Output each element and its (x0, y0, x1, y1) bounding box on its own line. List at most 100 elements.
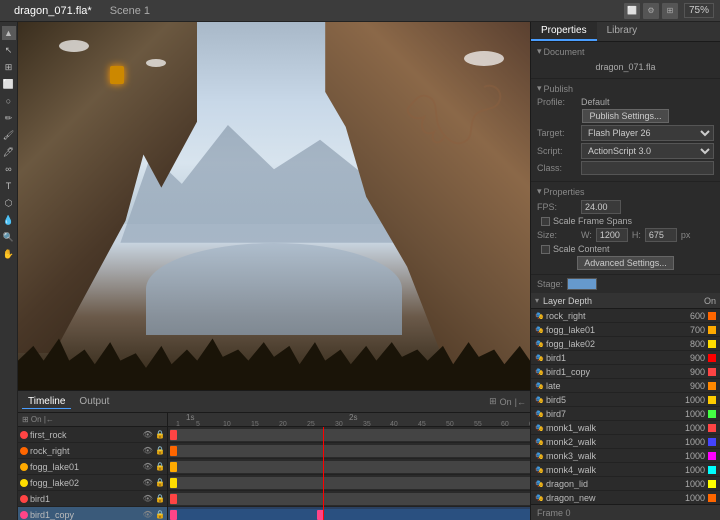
ld-color (708, 354, 716, 362)
layer-name: bird1 (30, 494, 141, 504)
brush-tool[interactable]: 🖌 (2, 128, 16, 142)
frame-row-4[interactable] (168, 475, 530, 491)
target-select[interactable]: Flash Player 26 (581, 125, 714, 141)
ld-row[interactable]: 🎭 dragon_lid 1000 (531, 477, 720, 491)
settings-icon[interactable]: ⚙ (643, 3, 659, 19)
frame-row-5[interactable] (168, 491, 530, 507)
layer-row[interactable]: first_rock 👁 🔒 (18, 427, 167, 443)
bucket-tool[interactable]: ⬡ (2, 196, 16, 210)
ld-row[interactable]: 🎭 rock_right 600 (531, 309, 720, 323)
zoom-tool[interactable]: 🔍 (2, 230, 16, 244)
water-layer (146, 243, 402, 335)
ld-row[interactable]: 🎭 monk2_walk 1000 (531, 435, 720, 449)
publish-settings-btn[interactable]: Publish Settings... (582, 109, 668, 123)
playhead[interactable] (323, 427, 324, 520)
library-tab[interactable]: Library (597, 22, 648, 41)
ld-row[interactable]: 🎭 dragon_new 1000 (531, 491, 720, 504)
ld-row[interactable]: 🎭 monk4_walk 1000 (531, 463, 720, 477)
scale-content-row: Scale Content (537, 244, 714, 254)
advanced-settings-btn[interactable]: Advanced Settings... (577, 256, 674, 270)
layout-icon[interactable]: ⊞ (662, 3, 678, 19)
ld-depth: 900 (670, 381, 705, 391)
zoom-display[interactable]: 75% (684, 3, 714, 18)
layer-name: fogg_lake01 (30, 462, 141, 472)
frame-row-3[interactable] (168, 459, 530, 475)
layer-color-dot (20, 479, 28, 487)
left-toolbar: ▲ ↖ ⊞ ⬜ ○ ✏ 🖌 🖊 ∞ T ⬡ 💧 🔍 ✋ (0, 22, 18, 520)
script-label: Script: (537, 146, 577, 156)
frame-row-6-selected[interactable] (168, 507, 530, 520)
ld-name: monk2_walk (546, 437, 667, 447)
ld-depth: 1000 (670, 451, 705, 461)
width-input[interactable] (596, 228, 628, 242)
hand-tool[interactable]: ✋ (2, 247, 16, 261)
ld-row[interactable]: 🎭 fogg_lake01 700 (531, 323, 720, 337)
eyedropper-tool[interactable]: 💧 (2, 213, 16, 227)
select-tool[interactable]: ▲ (2, 26, 16, 40)
timeline-body: ⊞ On |← first_rock 👁 🔒 rock_right 👁 🔒 (18, 413, 530, 520)
scale-content-checkbox[interactable] (541, 245, 550, 254)
ld-row[interactable]: 🎭 fogg_lake02 800 (531, 337, 720, 351)
filename-display: dragon_071.fla (537, 60, 714, 74)
snow-patch-2 (146, 59, 166, 67)
ld-row[interactable]: 🎭 bird1_copy 900 (531, 365, 720, 379)
text-tool[interactable]: T (2, 179, 16, 193)
layer-name: first_rock (30, 430, 141, 440)
camera-icon[interactable]: ⬜ (624, 3, 640, 19)
layer-row[interactable]: bird1 👁 🔒 (18, 491, 167, 507)
ld-color (708, 340, 716, 348)
dragon-silhouette (404, 77, 504, 167)
on-label: On (704, 296, 716, 306)
stage-color-swatch[interactable] (567, 278, 597, 290)
keyframe (170, 494, 177, 504)
ld-name: bird5 (546, 395, 667, 405)
script-select[interactable]: ActionScript 3.0 (581, 143, 714, 159)
height-input[interactable] (645, 228, 677, 242)
oval-tool[interactable]: ○ (2, 94, 16, 108)
layer-icon: 🎭 (535, 424, 543, 432)
ld-color (708, 410, 716, 418)
properties-tab[interactable]: Properties (531, 22, 597, 41)
keyframe (170, 510, 177, 520)
subselect-tool[interactable]: ↖ (2, 43, 16, 57)
frame-row-1[interactable] (168, 427, 530, 443)
layer-icon: 🎭 (535, 438, 543, 446)
pen-tool[interactable]: 🖊 (2, 145, 16, 159)
fps-input[interactable] (581, 200, 621, 214)
class-input[interactable] (581, 161, 714, 175)
layer-icon: 🎭 (535, 368, 543, 376)
ld-row[interactable]: 🎭 bird5 1000 (531, 393, 720, 407)
keyframe (170, 462, 177, 472)
stage-row: Stage: (531, 275, 720, 293)
frame-row-2[interactable] (168, 443, 530, 459)
ld-row[interactable]: 🎭 bird1 900 (531, 351, 720, 365)
ld-row[interactable]: 🎭 late 900 (531, 379, 720, 393)
ld-row[interactable]: 🎭 monk3_walk 1000 (531, 449, 720, 463)
timeline-tab[interactable]: Timeline (22, 395, 71, 409)
lasso-tool[interactable]: ∞ (2, 162, 16, 176)
layer-icon: 🎭 (535, 494, 543, 502)
frames-area: 1s 2s 1 5 10 15 20 25 30 (168, 413, 530, 520)
class-row: Class: (537, 161, 714, 175)
timeline-ruler: 1s 2s 1 5 10 15 20 25 30 (168, 413, 530, 427)
layer-list: ⊞ On |← first_rock 👁 🔒 rock_right 👁 🔒 (18, 413, 168, 520)
free-transform-tool[interactable]: ⊞ (2, 60, 16, 74)
app-container: dragon_071.fla* Scene 1 ⬜ ⚙ ⊞ 75% ▲ ↖ ⊞ … (0, 0, 720, 520)
profile-value: Default (581, 97, 610, 107)
output-tab[interactable]: Output (73, 395, 115, 409)
ld-depth: 1000 (670, 409, 705, 419)
ld-name: bird1_copy (546, 367, 667, 377)
pencil-tool[interactable]: ✏ (2, 111, 16, 125)
layer-row[interactable]: rock_right 👁 🔒 (18, 443, 167, 459)
ld-row[interactable]: 🎭 bird7 1000 (531, 407, 720, 421)
ld-row[interactable]: 🎭 monk1_walk 1000 (531, 421, 720, 435)
ld-color (708, 494, 716, 502)
layer-name: fogg_lake02 (30, 478, 141, 488)
rect-tool[interactable]: ⬜ (2, 77, 16, 91)
layer-row-selected[interactable]: bird1_copy 👁 🔒 (18, 507, 167, 520)
scale-frame-checkbox[interactable] (541, 217, 550, 226)
document-tab[interactable]: dragon_071.fla* (6, 3, 100, 19)
layer-row[interactable]: fogg_lake02 👁 🔒 (18, 475, 167, 491)
layer-row[interactable]: fogg_lake01 👁 🔒 (18, 459, 167, 475)
layer-color-dot (20, 511, 28, 519)
